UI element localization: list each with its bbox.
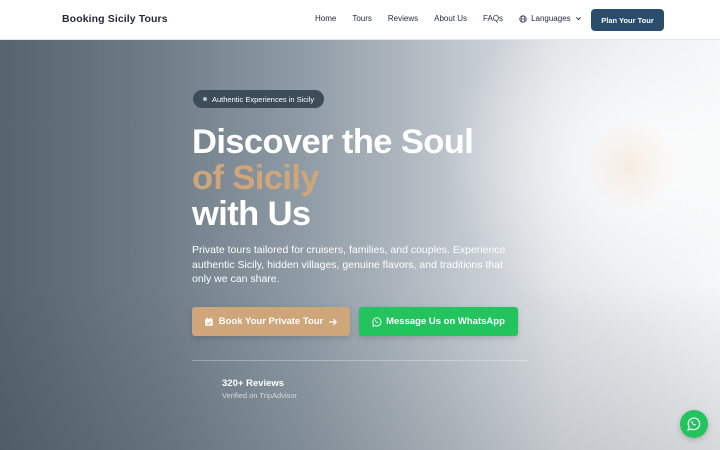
hero-badge: Authentic Experiences in Sicily: [193, 90, 325, 108]
nav-link-home[interactable]: Home: [315, 14, 336, 23]
whatsapp-icon: [687, 417, 701, 431]
languages-dropdown[interactable]: Languages: [519, 14, 582, 23]
floating-whatsapp-button[interactable]: [680, 410, 708, 438]
reviews-source: Verified on TripAdvisor: [222, 391, 298, 400]
hero-section: Authentic Experiences in Sicily Discover…: [0, 40, 720, 450]
calendar-check-icon: [204, 317, 213, 326]
top-navbar: Booking Sicily Tours Home Tours Reviews …: [0, 0, 720, 40]
whatsapp-button-label: Message Us on WhatsApp: [386, 316, 505, 327]
nav-link-about-us[interactable]: About Us: [434, 14, 467, 23]
hero-background-glow: [585, 120, 675, 210]
whatsapp-message-button[interactable]: Message Us on WhatsApp: [359, 307, 518, 336]
badge-text: Authentic Experiences in Sicily: [212, 94, 315, 104]
hero-subtitle: Private tours tailored for cruisers, fam…: [192, 244, 506, 285]
brand-logo-text[interactable]: Booking Sicily Tours: [62, 13, 168, 25]
book-private-tour-button[interactable]: Book Your Private Tour: [192, 307, 350, 336]
globe-icon: [519, 14, 527, 23]
whatsapp-icon: [372, 316, 382, 327]
nav-link-tours[interactable]: Tours: [352, 14, 372, 23]
hero-divider: [192, 360, 528, 361]
nav-link-faqs[interactable]: FAQs: [483, 14, 503, 23]
hero-headline: Discover the Soul of Sicily with Us: [192, 123, 474, 233]
nav-links: Home Tours Reviews About Us FAQs Languag…: [315, 14, 582, 23]
badge-dot-icon: [203, 97, 207, 101]
reviews-count: 320+ Reviews: [222, 378, 285, 389]
chevron-down-icon: [575, 17, 581, 21]
headline-line-1: Discover the Soul: [192, 123, 474, 161]
languages-label: Languages: [531, 14, 571, 23]
headline-line-2: of Sicily: [192, 159, 319, 197]
plan-your-tour-button[interactable]: Plan Your Tour: [591, 9, 664, 31]
arrow-right-icon: [329, 318, 338, 325]
headline-line-3: with Us: [192, 195, 311, 233]
book-button-label: Book Your Private Tour: [218, 316, 324, 327]
nav-link-reviews[interactable]: Reviews: [388, 14, 418, 23]
